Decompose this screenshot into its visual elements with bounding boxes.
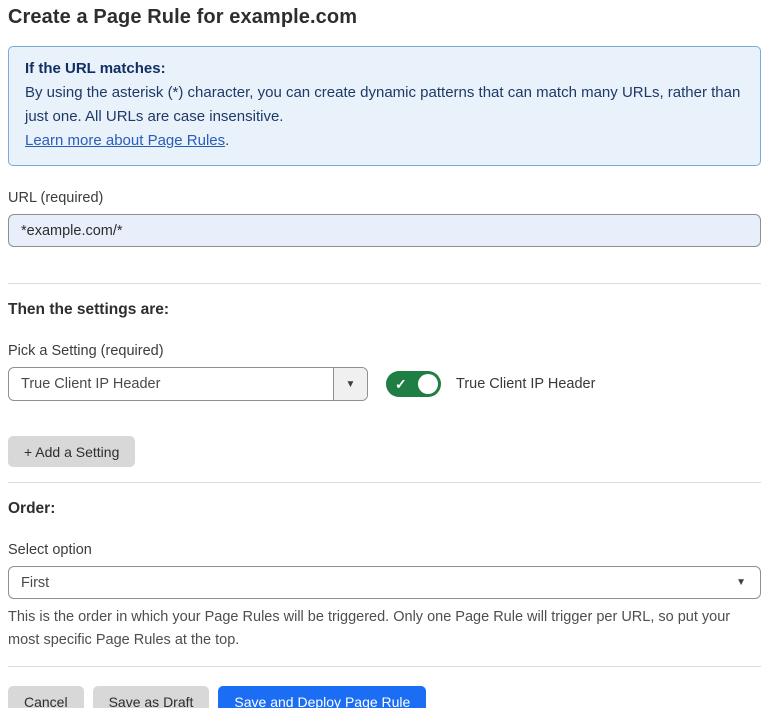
settings-section-heading: Then the settings are: bbox=[8, 301, 761, 319]
link-period: . bbox=[225, 132, 229, 149]
cancel-button[interactable]: Cancel bbox=[8, 686, 84, 708]
setting-select-value: True Client IP Header bbox=[9, 368, 333, 400]
section-divider bbox=[8, 482, 761, 483]
chevron-down-icon[interactable]: ▼ bbox=[333, 368, 367, 400]
url-field-label: URL (required) bbox=[8, 190, 761, 206]
pick-setting-label: Pick a Setting (required) bbox=[8, 343, 761, 359]
url-input[interactable] bbox=[8, 214, 761, 247]
order-select[interactable]: First ▼ bbox=[8, 566, 761, 599]
learn-more-link[interactable]: Learn more about Page Rules bbox=[25, 132, 225, 149]
page-title: Create a Page Rule for example.com bbox=[8, 6, 761, 29]
section-divider bbox=[8, 283, 761, 284]
chevron-down-icon: ▼ bbox=[736, 567, 760, 598]
toggle-label: True Client IP Header bbox=[456, 376, 595, 392]
page-rule-form: Create a Page Rule for example.com If th… bbox=[0, 0, 769, 708]
footer-divider bbox=[8, 666, 761, 667]
info-box-link-line: Learn more about Page Rules. bbox=[25, 129, 744, 153]
setting-toggle[interactable]: ✓ bbox=[386, 371, 441, 397]
check-icon: ✓ bbox=[395, 377, 407, 391]
order-select-value: First bbox=[9, 567, 736, 598]
setting-row: True Client IP Header ▼ ✓ True Client IP… bbox=[8, 367, 761, 401]
add-setting-button[interactable]: + Add a Setting bbox=[8, 436, 135, 467]
info-box-heading: If the URL matches: bbox=[25, 57, 744, 81]
url-match-info-box: If the URL matches: By using the asteris… bbox=[8, 46, 761, 166]
footer-buttons: Cancel Save as Draft Save and Deploy Pag… bbox=[8, 686, 761, 708]
order-help-text: This is the order in which your Page Rul… bbox=[8, 606, 761, 652]
order-section-heading: Order: bbox=[8, 500, 761, 518]
setting-select[interactable]: True Client IP Header ▼ bbox=[8, 367, 368, 401]
save-as-draft-button[interactable]: Save as Draft bbox=[93, 686, 210, 708]
toggle-knob bbox=[418, 374, 438, 394]
save-and-deploy-button[interactable]: Save and Deploy Page Rule bbox=[218, 686, 426, 708]
info-box-body: By using the asterisk (*) character, you… bbox=[25, 81, 744, 129]
order-select-label: Select option bbox=[8, 542, 761, 558]
